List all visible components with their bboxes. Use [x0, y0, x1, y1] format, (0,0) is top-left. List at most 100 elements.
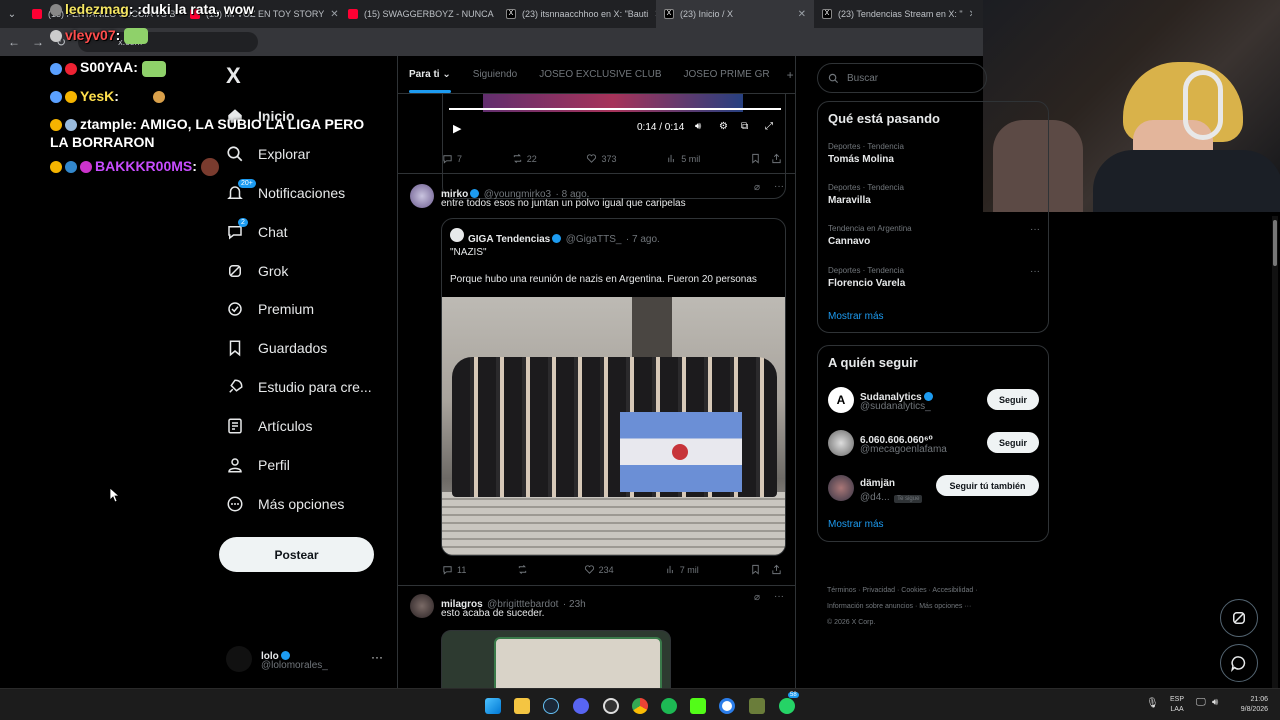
search-input[interactable]: Buscar	[817, 63, 987, 93]
quoted-tweet[interactable]: GIGA Tendencias @GigaTTS_ · 7 ago. "NAZI…	[441, 218, 786, 556]
nav-item-notificaciones[interactable]: 20+ Notificaciones	[226, 179, 345, 206]
scrollbar-thumb[interactable]	[1273, 220, 1277, 266]
more-dots-icon[interactable]: ···	[774, 591, 784, 602]
discord-icon[interactable]	[573, 698, 589, 714]
file-explorer-icon[interactable]	[514, 698, 530, 714]
tab-title: (15) SWAGGERBOYZ - NUNCA	[364, 9, 494, 19]
page-scrollbar[interactable]	[1272, 216, 1278, 688]
add-tab-icon[interactable]: +	[781, 68, 795, 82]
messages-floating-button[interactable]	[1220, 644, 1258, 682]
views-count: 7 mil	[679, 564, 699, 575]
microphone-icon[interactable]: 🎙︎	[1146, 698, 1159, 709]
tweet-time[interactable]: · 23h	[563, 599, 586, 610]
like-button[interactable]: 234	[584, 564, 614, 575]
show-more-trends-link[interactable]: Mostrar más	[828, 311, 884, 322]
close-icon[interactable]: ✕	[969, 9, 972, 20]
nav-item-articulos[interactable]: Artículos	[226, 413, 312, 439]
bookmark-icon[interactable]	[750, 153, 761, 164]
trend-item[interactable]: Deportes · Tendencia Tomás Molina	[828, 142, 1040, 165]
trend-item[interactable]: Tendencia en Argentina Cannavo ···	[828, 224, 1040, 247]
chrome-icon[interactable]	[632, 698, 648, 714]
nav-item-label: Estudio para cre...	[258, 379, 372, 395]
nav-item-mas-opciones[interactable]: Más opciones	[226, 491, 344, 517]
footer-line[interactable]: Términos · Privacidad · Cookies · Accesi…	[827, 583, 1047, 599]
fullscreen-icon[interactable]: ⤢	[765, 121, 773, 132]
like-button[interactable]: 373	[586, 153, 617, 164]
volume-icon[interactable]: 🔊︎	[695, 121, 701, 132]
tab-title: (23) itsnnaacchhoo en X: "Bauti	[522, 9, 649, 19]
tweet[interactable]: mirko @youngmirko3 · 8 ago. ⌀ ··· entre …	[398, 174, 795, 584]
play-icon[interactable]: ▶	[453, 122, 461, 135]
trend-item[interactable]: Deportes · Tendencia Florencio Varela ··…	[828, 266, 1040, 289]
spotify-icon[interactable]	[661, 698, 677, 714]
nav-item-premium[interactable]: Premium	[226, 296, 314, 322]
quote-author-name: GIGA Tendencias	[468, 234, 551, 245]
tab-joseo-exclusive[interactable]: JOSEO EXCLUSIVE CLUB	[528, 69, 672, 80]
grok-icon[interactable]: ⌀	[754, 182, 760, 193]
nav-item-perfil[interactable]: Perfil	[226, 452, 290, 478]
whatsapp-icon[interactable]: 58	[779, 692, 799, 714]
tab-siguiendo[interactable]: Siguiendo	[462, 69, 528, 80]
tab-list-chevron-icon[interactable]: ⌄	[0, 0, 24, 28]
repost-button[interactable]: 22	[512, 153, 537, 164]
account-switcher[interactable]: lolo @lolomorales_ ···	[226, 644, 386, 674]
share-icon[interactable]	[771, 153, 782, 164]
quote-photo[interactable]	[442, 297, 785, 555]
follow-button[interactable]: Seguir	[987, 432, 1039, 453]
pip-icon[interactable]: ⧉	[741, 121, 748, 132]
start-icon[interactable]	[485, 698, 501, 714]
browser-tab[interactable]: X(23) itsnnaacchhoo en X: "Bauti✕	[498, 0, 656, 28]
verified-icon	[923, 392, 933, 401]
more-dots-icon[interactable]: ···	[1030, 266, 1040, 277]
post-button[interactable]: Postear	[219, 537, 374, 572]
more-dots-icon[interactable]: ···	[774, 181, 784, 192]
close-icon[interactable]: ✕	[798, 9, 806, 20]
nav-item-grok[interactable]: Grok	[226, 258, 288, 284]
forward-icon[interactable]: →	[32, 35, 44, 49]
tab-para-ti[interactable]: Para ti ⌄	[398, 69, 462, 93]
nav-item-guardados[interactable]: Guardados	[226, 335, 327, 361]
chat-message: ztample: AMIGO, LA SUBIO LA LIGA PERO LA…	[50, 115, 365, 150]
browser-tab[interactable]: X (23) Inicio / X ✕	[656, 0, 814, 28]
repost-button[interactable]	[517, 564, 532, 575]
tweet-media[interactable]	[441, 630, 671, 688]
footer-line[interactable]: Información sobre anuncios · Más opcione…	[827, 599, 1047, 615]
emote-icon	[124, 28, 149, 45]
browser-tab[interactable]: X (23) Tendencias Stream en X: " ✕	[814, 0, 972, 28]
video-progress-bar[interactable]	[449, 108, 781, 110]
back-icon[interactable]: ←	[8, 35, 20, 49]
settings-icon[interactable]: ⚙	[719, 121, 728, 132]
views-button[interactable]: 5 mil	[666, 153, 700, 164]
grok-icon[interactable]: ⌀	[754, 592, 760, 603]
more-dots-icon[interactable]: ···	[371, 650, 383, 664]
network-icon[interactable]: 🖵︎	[1196, 697, 1206, 708]
heart-icon	[587, 154, 597, 163]
reply-button[interactable]: 7	[442, 153, 462, 164]
kick-icon[interactable]	[690, 698, 706, 714]
obs-icon[interactable]	[603, 698, 619, 714]
reply-count: 11	[457, 564, 467, 575]
more-dots-icon[interactable]: ···	[1030, 224, 1040, 235]
views-button[interactable]: 7 mil	[665, 564, 699, 575]
app-icon[interactable]	[749, 698, 765, 714]
system-clock[interactable]: 21:06 9/8/2026	[1230, 695, 1268, 715]
bookmark-icon[interactable]	[750, 564, 761, 575]
chat-message: S00YAA:	[50, 58, 380, 77]
x-logo-icon: X	[822, 9, 832, 19]
tweet[interactable]: milagros @brigitttebardot · 23h ⌀ ··· es…	[398, 586, 795, 688]
grok-floating-button[interactable]	[1220, 599, 1258, 637]
chat-username: BAKKKR00MS	[95, 157, 193, 174]
ccleaner-icon[interactable]	[719, 698, 735, 714]
language-indicator[interactable]: ESP LAA	[1170, 695, 1184, 715]
steam-icon[interactable]	[543, 698, 559, 714]
nav-item-estudio[interactable]: Estudio para cre...	[226, 374, 372, 400]
reply-button[interactable]: 11	[442, 564, 466, 575]
trend-item[interactable]: Deportes · Tendencia Maravilla	[828, 183, 1040, 206]
volume-icon[interactable]: 🔊︎	[1212, 697, 1218, 708]
tab-joseo-prime[interactable]: JOSEO PRIME GR	[673, 69, 781, 80]
show-more-follow-link[interactable]: Mostrar más	[828, 519, 884, 530]
follow-back-button[interactable]: Seguir tú también	[936, 475, 1039, 496]
share-icon[interactable]	[771, 564, 782, 575]
nav-item-chat[interactable]: 2 Chat	[226, 218, 288, 245]
follow-button[interactable]: Seguir	[987, 389, 1039, 410]
